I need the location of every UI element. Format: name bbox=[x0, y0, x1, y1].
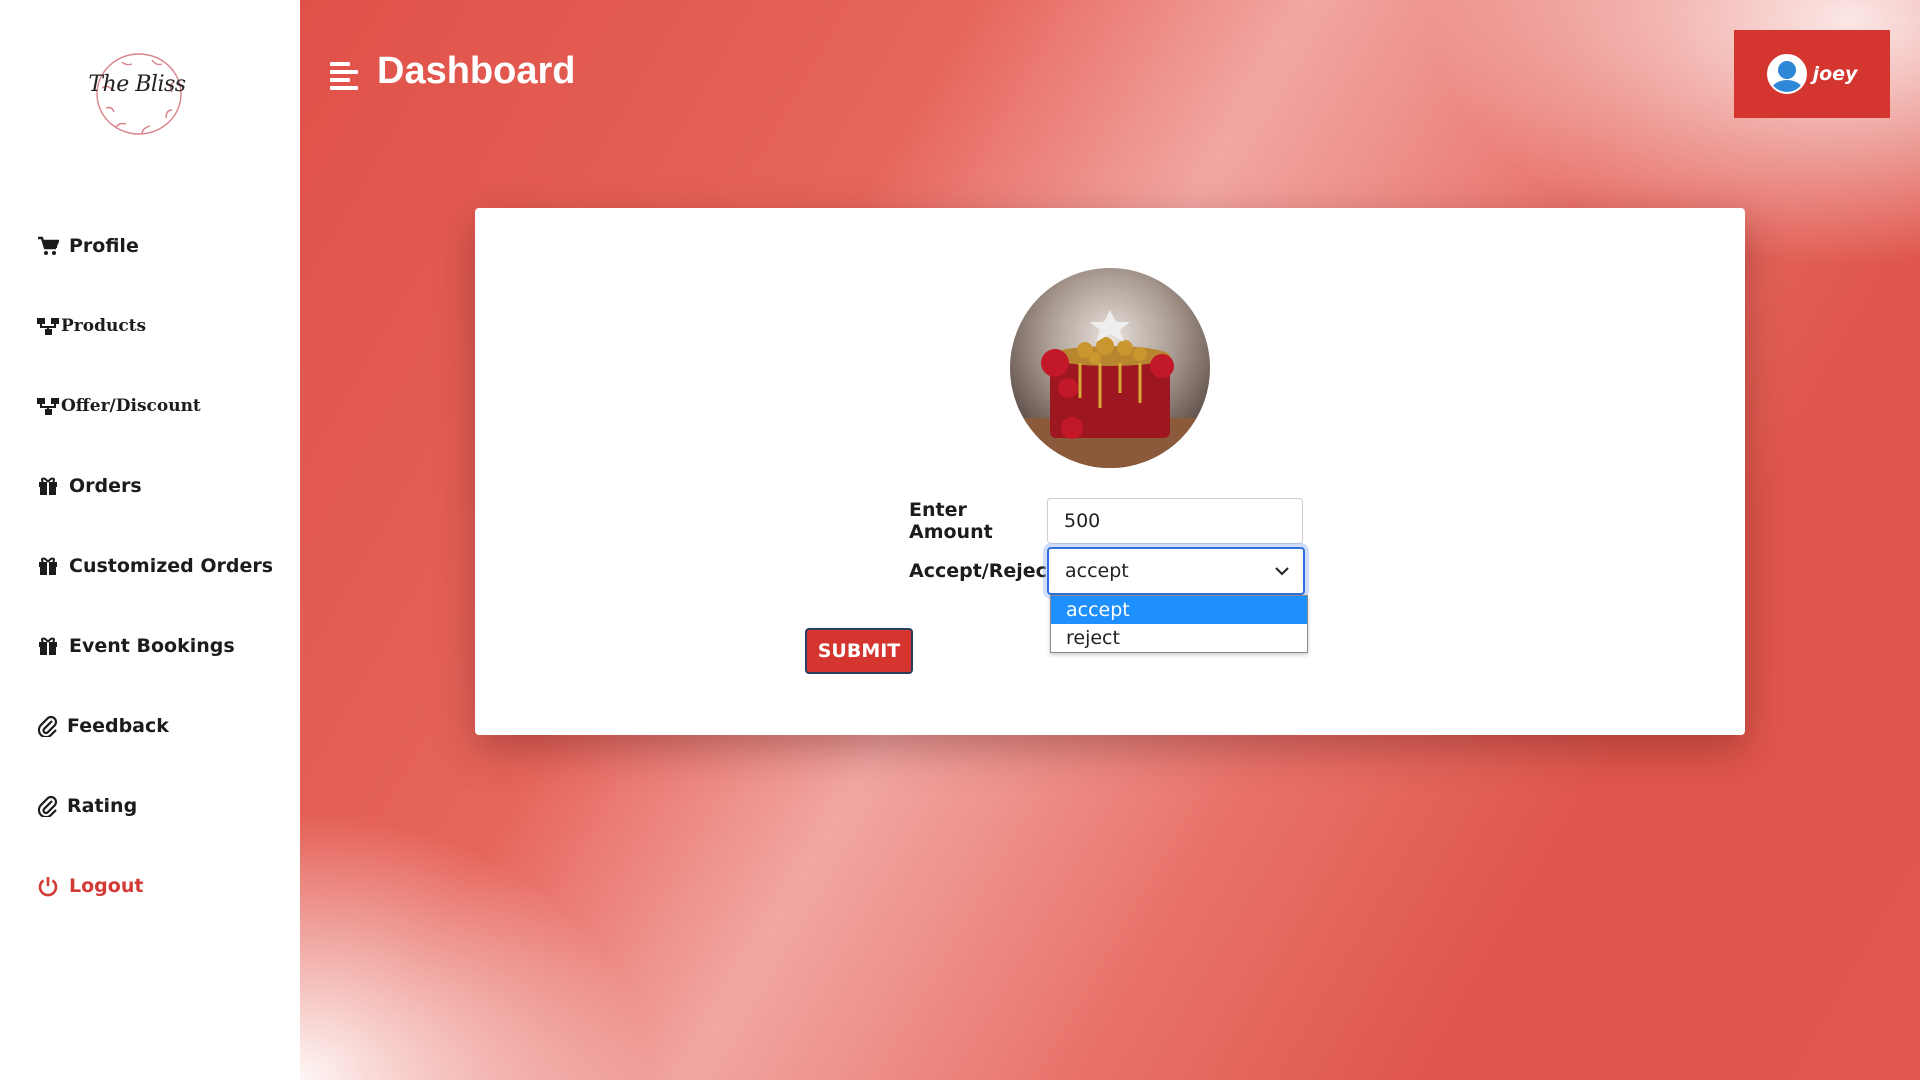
decision-select-value: accept bbox=[1065, 560, 1129, 582]
menu-toggle-icon[interactable] bbox=[330, 62, 358, 90]
sidebar-item-customized-orders[interactable]: Customized Orders bbox=[37, 549, 273, 583]
option-reject[interactable]: reject bbox=[1051, 624, 1307, 652]
sidebar-item-label: Rating bbox=[67, 795, 138, 817]
gift-icon bbox=[37, 555, 59, 577]
paperclip-icon bbox=[37, 715, 59, 737]
chevron-down-icon bbox=[1275, 567, 1289, 576]
amount-row: Enter Amount bbox=[909, 498, 1303, 544]
sidebar-item-products[interactable]: Products bbox=[37, 309, 146, 343]
amount-input[interactable] bbox=[1047, 498, 1303, 544]
page-title: Dashboard bbox=[377, 50, 576, 92]
cake-image bbox=[1010, 268, 1210, 468]
main-area: Dashboard joey Enter Amount 500 Accept/R… bbox=[300, 0, 1920, 1080]
sidebar-item-logout[interactable]: Logout bbox=[37, 869, 143, 903]
user-name: joey bbox=[1812, 63, 1858, 85]
sidebar: The Bliss Profile Products Offer/Discoun… bbox=[0, 0, 300, 1080]
sidebar-item-label: Logout bbox=[69, 875, 144, 897]
sidebar-item-label: Profile bbox=[69, 235, 139, 257]
sitemap-icon bbox=[37, 315, 59, 337]
sidebar-item-label: Event Bookings bbox=[69, 635, 235, 657]
sidebar-item-label: Orders bbox=[69, 475, 142, 497]
logo-text: The Bliss bbox=[88, 72, 186, 97]
sidebar-item-offer-discount[interactable]: Offer/Discount bbox=[37, 389, 201, 423]
brand-logo[interactable]: The Bliss bbox=[82, 48, 192, 140]
sidebar-item-label: Offer/Discount bbox=[61, 396, 201, 416]
gift-icon bbox=[37, 635, 59, 657]
user-avatar-icon bbox=[1766, 54, 1807, 94]
user-menu-button[interactable]: joey bbox=[1734, 30, 1890, 118]
order-response-card: Enter Amount Accept/Reject! accept accep… bbox=[475, 208, 1745, 735]
sidebar-item-label: Products bbox=[61, 316, 147, 336]
paperclip-icon bbox=[37, 795, 59, 817]
sidebar-item-rating[interactable]: Rating bbox=[37, 789, 137, 823]
decision-row: Accept/Reject! accept bbox=[909, 547, 1305, 595]
amount-label: Enter Amount bbox=[909, 499, 993, 543]
power-icon bbox=[37, 875, 59, 897]
cart-icon bbox=[37, 235, 59, 257]
decision-select[interactable]: accept bbox=[1047, 547, 1305, 595]
submit-button[interactable]: SUBMIT bbox=[805, 628, 913, 674]
gift-icon bbox=[37, 475, 59, 497]
sidebar-item-event-bookings[interactable]: Event Bookings bbox=[37, 629, 235, 663]
sidebar-item-feedback[interactable]: Feedback bbox=[37, 709, 169, 743]
sitemap-icon bbox=[37, 395, 59, 417]
sidebar-item-profile[interactable]: Profile bbox=[37, 229, 139, 263]
decision-label: Accept/Reject! bbox=[909, 560, 1065, 582]
option-accept[interactable]: accept bbox=[1051, 596, 1307, 624]
decision-dropdown-list: accept reject bbox=[1050, 595, 1308, 653]
sidebar-item-label: Customized Orders bbox=[69, 555, 274, 577]
sidebar-item-label: Feedback bbox=[67, 715, 169, 737]
sidebar-item-orders[interactable]: Orders bbox=[37, 469, 142, 503]
